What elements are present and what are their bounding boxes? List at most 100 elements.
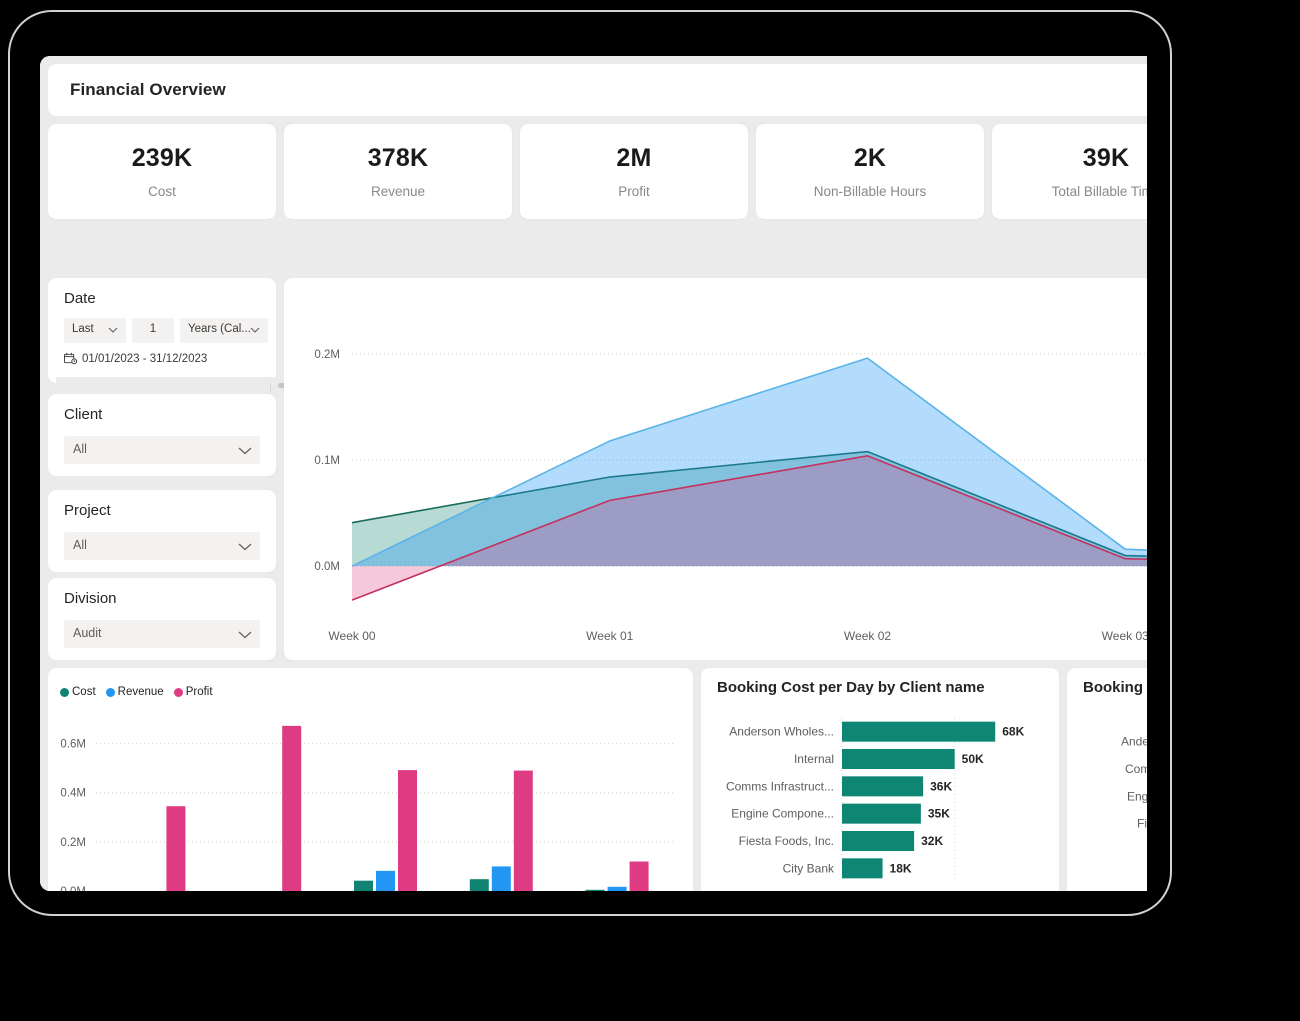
- date-unit-value: Years (Cal...: [188, 323, 251, 335]
- weekly-area-chart[interactable]: 0.0M 0.1M 0.2M Week 00 Week 01 Week 02 Week 03…: [284, 278, 1147, 660]
- kpi-card-revenue[interactable]: 378K Revenue: [284, 124, 512, 219]
- data-label: 18K: [890, 861, 912, 875]
- chart-legend: Cost Revenue Profit: [60, 686, 213, 698]
- bar-profit[interactable]: [513, 770, 533, 891]
- kpi-value: 2K: [853, 144, 887, 172]
- bar-revenue[interactable]: [607, 886, 627, 891]
- kpi-label: Cost: [148, 184, 176, 199]
- kpi-value: 378K: [367, 144, 429, 172]
- bar[interactable]: [842, 721, 996, 742]
- slicer-date[interactable]: Date Last 1 Years (Cal... 01/01/2023 - 3…: [48, 278, 456, 392]
- y-axis-tick: 0.0M: [314, 561, 340, 573]
- date-relative-dropdown[interactable]: Last: [64, 318, 126, 343]
- booking-cost-chart[interactable]: 0K 50KAnderson Wholes... 68KInternal 50KCom…: [701, 704, 1059, 891]
- slicer-project[interactable]: Project All: [48, 490, 276, 572]
- kpi-card-non-billable-hours[interactable]: 2K Non-Billable Hours: [756, 124, 984, 219]
- data-label: 68K: [1002, 725, 1024, 739]
- bar[interactable]: [842, 831, 915, 851]
- calendar-icon: [64, 352, 78, 370]
- bar-revenue[interactable]: [491, 866, 511, 891]
- date-relative-value: Last: [72, 323, 94, 335]
- chevron-down-icon: [108, 327, 118, 333]
- category-label: Comms Infr: [1125, 762, 1147, 776]
- slicer-client[interactable]: Client All: [48, 394, 276, 476]
- bar-profit[interactable]: [166, 806, 186, 891]
- division-dropdown[interactable]: Audit: [64, 620, 260, 648]
- y-axis-tick: 0.2M: [314, 349, 340, 361]
- category-label: Internal: [794, 752, 834, 766]
- booking-profit-chart[interactable]: Anderson WComms InfrEngine CorFiesta FoC: [1067, 704, 1147, 891]
- category-label: Fiesta Fo: [1137, 817, 1147, 831]
- booking-profit-chart-card[interactable]: Booking P Anderson W Comms Infr Engine Cor…: [1067, 668, 1147, 891]
- data-label: 32K: [921, 834, 943, 848]
- data-label: 50K: [962, 752, 984, 766]
- booking-cost-chart-card[interactable]: Booking Cost per Day by Client name 0K 50…: [701, 668, 1059, 891]
- category-label: Fiesta Foods, Inc.: [739, 834, 834, 848]
- device-bezel: Financial Overview 239K Cost 378K Revenu…: [8, 10, 1172, 916]
- bar-cost[interactable]: [585, 889, 605, 891]
- date-unit-dropdown[interactable]: Years (Cal...: [180, 318, 268, 343]
- x-axis-tick: Week 00: [328, 629, 375, 643]
- project-value: All: [73, 538, 87, 552]
- client-value: All: [73, 442, 87, 456]
- division-value: Audit: [73, 626, 102, 640]
- x-axis-tick: Week 03: [1102, 629, 1147, 643]
- legend-label: Profit: [185, 686, 213, 698]
- legend-item-revenue[interactable]: Revenue: [105, 686, 164, 698]
- chevron-down-icon: [238, 543, 252, 551]
- chevron-down-icon: [238, 631, 252, 639]
- project-dropdown[interactable]: All: [64, 532, 260, 560]
- slicer-division[interactable]: Division Audit: [48, 578, 276, 660]
- bar[interactable]: [842, 776, 924, 797]
- bar-profit[interactable]: [398, 770, 417, 891]
- date-count-input[interactable]: 1: [132, 318, 174, 343]
- legend-swatch-profit: [173, 687, 183, 697]
- y-axis-tick: 0.2M: [60, 837, 86, 849]
- chevron-down-icon: [238, 447, 252, 455]
- category-label: Comms Infrastruct...: [726, 779, 834, 793]
- kpi-card-total-billable-time[interactable]: 39K Total Billable Time: [992, 124, 1147, 219]
- report-title-card: Financial Overview: [48, 64, 1147, 116]
- kpi-card-cost[interactable]: 239K Cost: [48, 124, 276, 219]
- kpi-label: Total Billable Time: [1051, 184, 1147, 199]
- x-axis-tick: Week 01: [586, 629, 633, 643]
- bar-cost[interactable]: [354, 880, 373, 891]
- date-count-value: 1: [149, 323, 157, 335]
- kpi-label: Non-Billable Hours: [813, 184, 927, 199]
- kpi-value: 239K: [131, 144, 193, 172]
- client-dropdown[interactable]: All: [64, 436, 260, 464]
- y-axis-tick: 0.4M: [60, 788, 86, 800]
- quarterly-bar-chart[interactable]: 0.0M0.2M0.4M0.6M2023 Q1 2023 Q2 2023 Q3 202…: [48, 701, 693, 891]
- kpi-label: Profit: [618, 184, 650, 199]
- bar[interactable]: [842, 749, 955, 769]
- kpi-card-profit[interactable]: 2M Profit: [520, 124, 748, 219]
- date-slider-tick-left: [270, 383, 271, 392]
- page-title: Financial Overview: [70, 80, 226, 99]
- bar-profit[interactable]: [282, 725, 302, 891]
- weekly-area-chart-card[interactable]: 0.0M 0.1M 0.2M Week 00 Week 01 Week 02 Week 03…: [284, 278, 1147, 660]
- bar-profit[interactable]: [629, 861, 649, 891]
- y-axis-tick: 0.0M: [60, 886, 86, 891]
- bar[interactable]: [842, 803, 921, 824]
- legend-label: Cost: [72, 686, 96, 698]
- legend-swatch-revenue: [105, 687, 115, 697]
- legend-swatch-cost: [60, 687, 69, 697]
- legend-item-profit[interactable]: Profit: [173, 686, 213, 698]
- date-range-text: 01/01/2023 - 31/12/2023: [82, 353, 208, 365]
- report-canvas: Financial Overview 239K Cost 378K Revenu…: [40, 56, 1147, 891]
- legend-item-cost[interactable]: Cost: [60, 686, 96, 698]
- data-label: 35K: [928, 807, 950, 821]
- chevron-down-icon: [250, 327, 260, 333]
- data-label: 36K: [930, 779, 952, 793]
- kpi-label: Revenue: [370, 184, 426, 199]
- panel-title: Booking P: [1083, 679, 1147, 696]
- category-label: Anderson W: [1121, 735, 1147, 749]
- bar-revenue[interactable]: [376, 870, 395, 891]
- category-label: Engine Cor: [1127, 789, 1147, 803]
- quarterly-bar-chart-card[interactable]: Cost Revenue Profit 0.0M 0.2M 0.4M 0.6M 2023…: [48, 668, 693, 891]
- bar[interactable]: [842, 858, 883, 879]
- slicer-title: Project: [64, 502, 111, 519]
- bar-cost[interactable]: [469, 879, 489, 891]
- slicer-title: Client: [64, 406, 103, 423]
- y-axis-tick: 0.6M: [60, 739, 86, 751]
